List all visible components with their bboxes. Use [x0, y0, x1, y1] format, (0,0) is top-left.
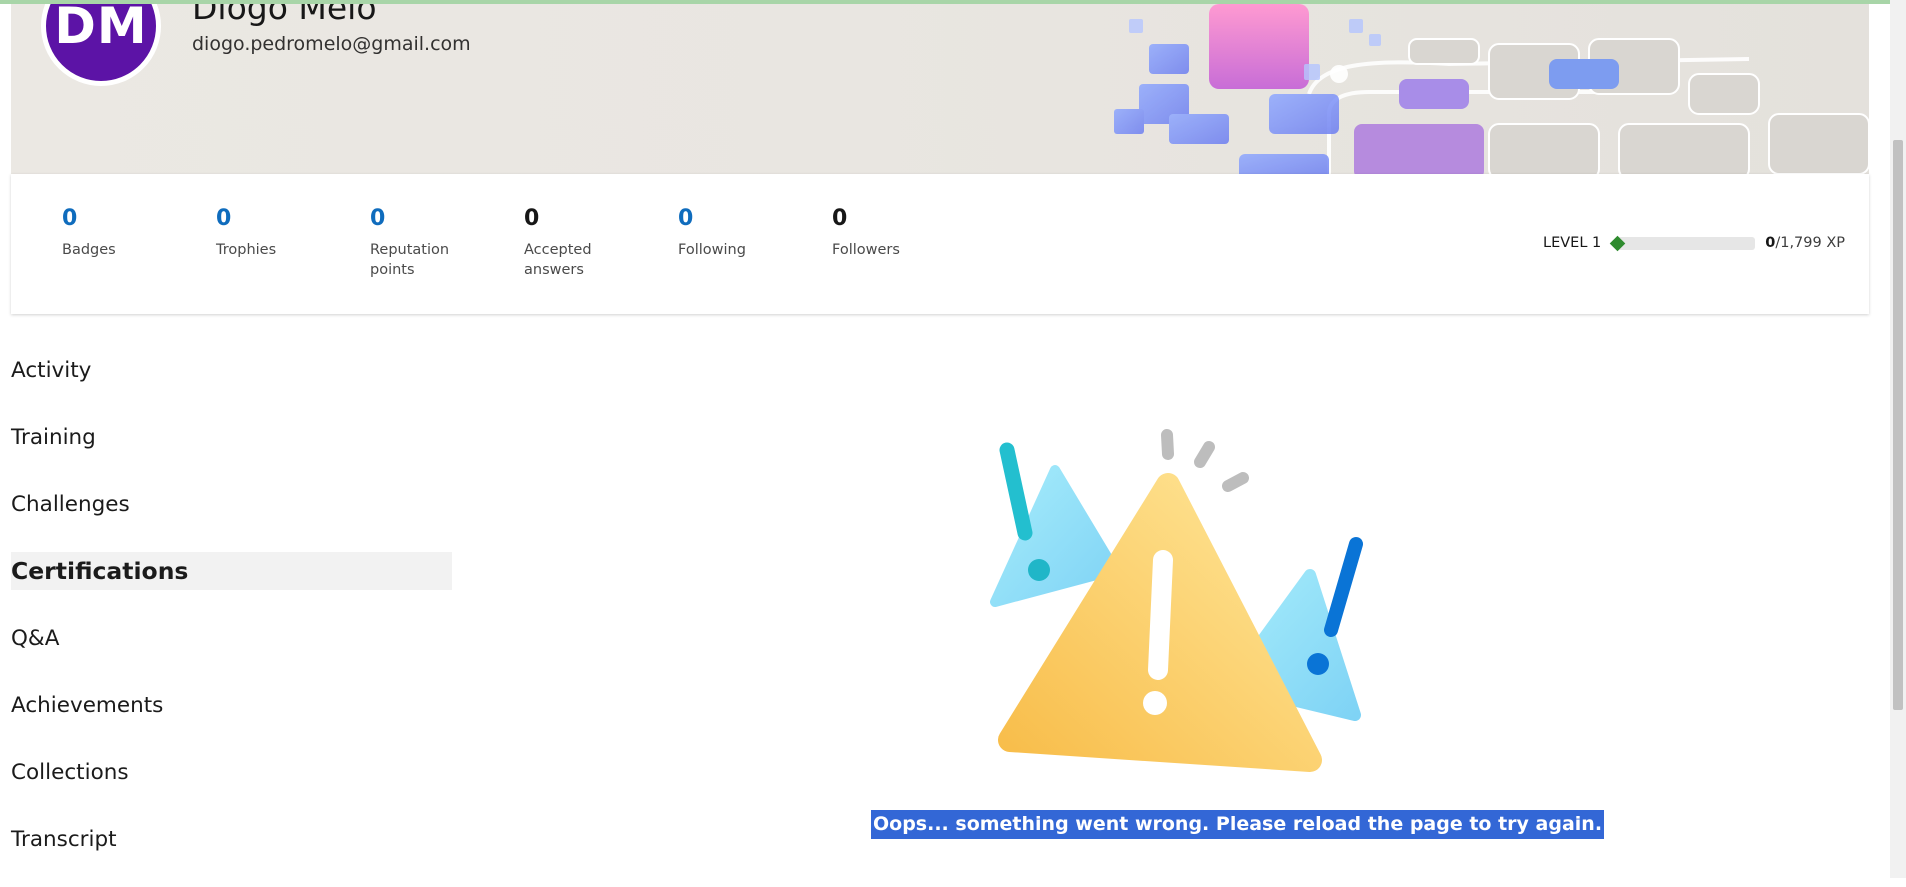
profile-name: Diogo Melo — [192, 4, 377, 27]
stat-accepted-answers[interactable]: 0 Accepted answers — [524, 206, 609, 280]
stat-label: Followers — [832, 242, 900, 258]
sidebar-item-achievements[interactable]: Achievements — [11, 686, 452, 724]
sidebar-item-qa[interactable]: Q&A — [11, 619, 452, 657]
xp-progress-bar — [1617, 236, 1756, 250]
profile-sidebar-nav: Activity Training Challenges Certificati… — [11, 351, 452, 887]
sidebar-item-collections[interactable]: Collections — [11, 753, 452, 791]
stat-label: Following — [678, 242, 746, 258]
level-label: LEVEL 1 — [1543, 235, 1602, 251]
stat-value: 0 — [370, 206, 386, 231]
error-message: Oops... something went wrong. Please rel… — [871, 810, 1605, 839]
stat-value: 0 — [524, 206, 540, 231]
stat-following[interactable]: 0 Following — [678, 206, 798, 260]
stat-badges[interactable]: 0 Badges — [62, 206, 182, 260]
stat-trophies[interactable]: 0 Trophies — [216, 206, 336, 260]
stat-label: Badges — [62, 242, 116, 258]
xp-readout: 0/1,799 XP — [1765, 235, 1845, 251]
stat-followers[interactable]: 0 Followers — [832, 206, 952, 260]
stat-label: Trophies — [216, 242, 277, 258]
stat-label: Accepted answers — [524, 242, 592, 278]
stat-value: 0 — [832, 206, 848, 231]
stat-label: Reputation points — [370, 242, 450, 278]
stat-value: 0 — [62, 206, 78, 231]
stat-value: 0 — [216, 206, 232, 231]
avatar[interactable]: DM — [41, 4, 161, 86]
sidebar-item-training[interactable]: Training — [11, 418, 452, 456]
xp-current: 0 — [1765, 235, 1776, 251]
warning-triangle-icon — [990, 429, 1363, 772]
banner-illustration — [1114, 4, 1869, 174]
xp-total: /1,799 XP — [1775, 235, 1846, 251]
profile-email: diogo.pedromelo@gmail.com — [192, 33, 471, 55]
sidebar-item-challenges[interactable]: Challenges — [11, 485, 452, 523]
level-progress: LEVEL 1 0/1,799 XP — [1543, 235, 1845, 251]
profile-page: DM Diogo Melo diogo.pedromelo@gmail.com … — [0, 0, 1890, 878]
profile-banner: DM Diogo Melo diogo.pedromelo@gmail.com — [11, 4, 1869, 174]
stat-reputation-points[interactable]: 0 Reputation points — [370, 206, 465, 280]
sidebar-item-activity[interactable]: Activity — [11, 351, 452, 389]
page-scrollbar[interactable] — [1890, 0, 1906, 878]
sidebar-item-certifications[interactable]: Certifications — [11, 552, 452, 590]
scrollbar-thumb[interactable] — [1893, 140, 1903, 710]
stat-value: 0 — [678, 206, 694, 231]
sidebar-item-transcript[interactable]: Transcript — [11, 820, 452, 858]
stats-card: 0 Badges 0 Trophies 0 Reputation points … — [11, 174, 1869, 314]
